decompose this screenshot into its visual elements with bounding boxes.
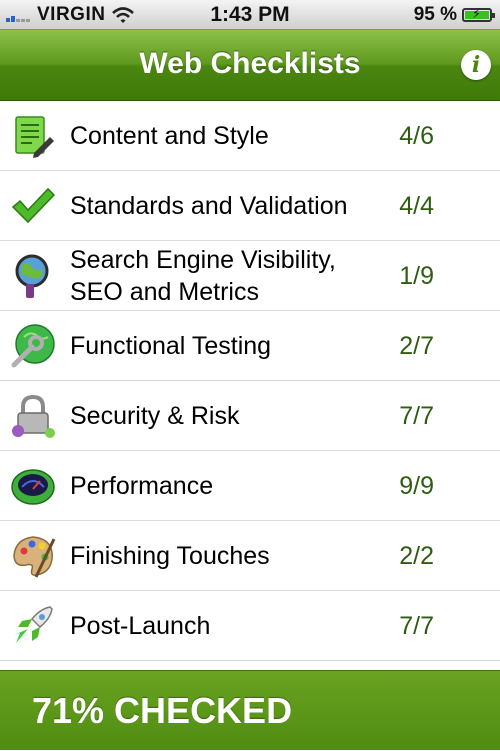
list-item-label: Finishing Touches [70,542,270,570]
rocket-icon [14,606,53,643]
speedometer-icon [11,469,55,505]
status-right: 95 % ⚡ [413,0,495,30]
magnifier-globe-icon [15,254,49,298]
info-button[interactable]: i [461,50,491,80]
list-item-security-and-risk[interactable]: Security & Risk 7/7 [0,381,500,451]
list-item-count: 2/7 [399,332,434,360]
list-item-count: 4/4 [399,192,434,220]
battery-percent: 95 % [413,4,457,25]
list-item-count: 2/2 [399,542,434,570]
checkmark-icon [11,187,56,224]
status-bar: VIRGIN 1:43 PM 95 % ⚡ [0,0,500,30]
list-item-count: 1/9 [399,262,434,290]
list-item-label: Post-Launch [70,612,211,640]
list-item-performance[interactable]: Performance 9/9 [0,451,500,521]
list-item-finishing-touches[interactable]: Finishing Touches 2/2 [0,521,500,591]
checklist-list: Content and Style 4/6 Standards and Vali… [0,101,500,670]
list-item-content-and-style[interactable]: Content and Style 4/6 [0,101,500,171]
list-item-label: Search Engine Visibility, SEO and Metric… [70,246,336,306]
nav-title: Web Checklists [139,47,361,80]
list-item-label: Content and Style [70,122,269,150]
list-item-search-engine-visibility[interactable]: Search Engine Visibility, SEO and Metric… [0,241,500,311]
battery-icon: ⚡ [462,6,495,22]
list-item-label: Standards and Validation [70,192,348,220]
list-item-functional-testing[interactable]: Functional Testing 2/7 [0,311,500,381]
paint-palette-icon [13,536,56,578]
navigation-bar: Web Checklists i [0,30,500,101]
list-item-count: 4/6 [399,122,434,150]
list-item-label: Security & Risk [70,402,240,430]
list-item-standards-and-validation[interactable]: Standards and Validation 4/4 [0,171,500,241]
list-item-post-launch[interactable]: Post-Launch 7/7 [0,591,500,661]
checked-summary: 71% CHECKED [32,690,293,731]
list-item-label: Performance [70,472,214,500]
padlock-icon [12,394,55,438]
list-item-label: Functional Testing [70,332,272,360]
list-item-count: 7/7 [399,402,434,430]
list-item-count: 7/7 [399,612,434,640]
list-item-count: 9/9 [399,472,434,500]
document-edit-icon [15,116,54,158]
progress-footer: 71% CHECKED [0,670,500,750]
wrench-globe-icon [11,324,55,368]
